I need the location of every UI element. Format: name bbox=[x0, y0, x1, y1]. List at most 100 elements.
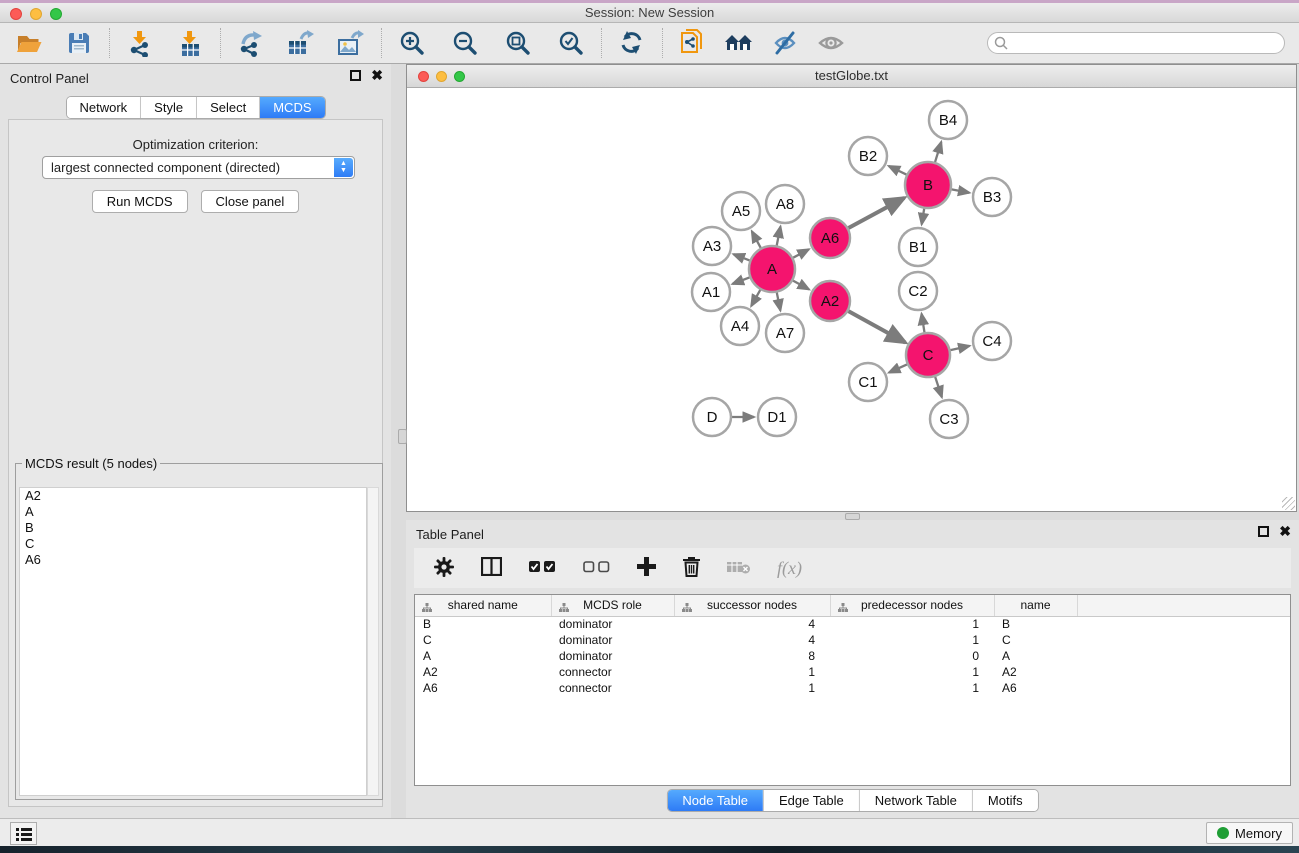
network-window-titlebar[interactable]: testGlobe.txt bbox=[407, 65, 1296, 88]
node-A8[interactable]: A8 bbox=[766, 185, 804, 223]
export-network-icon[interactable] bbox=[236, 28, 266, 58]
table-cell[interactable]: A6 bbox=[994, 680, 1077, 696]
network-close-button[interactable] bbox=[418, 71, 429, 82]
table-cell[interactable]: connector bbox=[551, 664, 674, 680]
close-table-panel-icon[interactable]: ✖ bbox=[1279, 526, 1291, 537]
zoom-selected-icon[interactable] bbox=[556, 28, 586, 58]
edge-A-A7[interactable] bbox=[777, 293, 781, 311]
node-A3[interactable]: A3 bbox=[693, 227, 731, 265]
result-list-item[interactable]: A bbox=[20, 504, 366, 520]
refresh-icon[interactable] bbox=[617, 28, 647, 58]
table-row[interactable]: A2connector11A2 bbox=[415, 664, 1290, 680]
table-cell[interactable]: 1 bbox=[830, 680, 994, 696]
table-cell[interactable]: A bbox=[994, 648, 1077, 664]
table-row[interactable]: A6connector11A6 bbox=[415, 680, 1290, 696]
network-minimize-button[interactable] bbox=[436, 71, 447, 82]
close-panel-button[interactable]: Close panel bbox=[201, 190, 300, 213]
table-cell[interactable]: 1 bbox=[674, 680, 830, 696]
show-graphics-details-icon[interactable] bbox=[770, 28, 800, 58]
select-all-icon[interactable] bbox=[529, 561, 556, 576]
edge-A-A4[interactable] bbox=[751, 290, 760, 306]
deselect-all-icon[interactable] bbox=[583, 561, 610, 576]
table-cell[interactable]: C bbox=[415, 632, 551, 648]
table-cell[interactable]: C bbox=[994, 632, 1077, 648]
tab-style[interactable]: Style bbox=[140, 97, 196, 118]
export-image-icon[interactable] bbox=[336, 28, 366, 58]
tab-select[interactable]: Select bbox=[196, 97, 259, 118]
edge-A6-B[interactable] bbox=[848, 198, 904, 228]
memory-button[interactable]: Memory bbox=[1206, 822, 1293, 844]
node-B4[interactable]: B4 bbox=[929, 101, 967, 139]
table-cell[interactable]: 0 bbox=[830, 648, 994, 664]
edge-C-C3[interactable] bbox=[935, 377, 942, 397]
table-cell[interactable]: A2 bbox=[415, 664, 551, 680]
network-canvas[interactable]: B4B2BB3B1A5A8A6A3AA1A2C2A4A7C4CC1C3DD1 bbox=[407, 88, 1296, 511]
edge-B-B3[interactable] bbox=[952, 189, 970, 192]
column-header-name[interactable]: name bbox=[994, 595, 1077, 616]
tab-mcds[interactable]: MCDS bbox=[259, 97, 324, 118]
table-cell[interactable]: 1 bbox=[830, 616, 994, 632]
tab-node-table[interactable]: Node Table bbox=[667, 790, 763, 811]
home-icon[interactable] bbox=[724, 28, 754, 58]
edge-A-A1[interactable] bbox=[733, 277, 750, 283]
export-table-icon[interactable] bbox=[286, 28, 316, 58]
close-panel-icon[interactable]: ✖ bbox=[371, 70, 383, 81]
import-table-icon[interactable] bbox=[175, 28, 205, 58]
close-window-button[interactable] bbox=[10, 8, 22, 20]
edge-A-A2[interactable] bbox=[793, 281, 809, 290]
edge-A-A6[interactable] bbox=[793, 249, 809, 257]
tab-network[interactable]: Network bbox=[66, 97, 140, 118]
run-mcds-button[interactable]: Run MCDS bbox=[92, 190, 188, 213]
edge-A2-C[interactable] bbox=[848, 311, 905, 342]
column-header-shared-name[interactable]: shared name bbox=[415, 595, 551, 616]
column-mapping-icon[interactable] bbox=[481, 557, 502, 579]
table-cell[interactable]: A bbox=[415, 648, 551, 664]
edge-C-C4[interactable] bbox=[950, 346, 969, 350]
edge-C-C1[interactable] bbox=[889, 364, 907, 372]
edge-A-A5[interactable] bbox=[752, 231, 761, 248]
edge-C-C2[interactable] bbox=[922, 314, 925, 333]
minimize-window-button[interactable] bbox=[30, 8, 42, 20]
node-C[interactable]: C bbox=[906, 333, 950, 377]
result-list-scrollbar[interactable] bbox=[367, 487, 379, 796]
node-B[interactable]: B bbox=[905, 162, 951, 208]
result-list-item[interactable]: B bbox=[20, 520, 366, 536]
settings-gear-icon[interactable] bbox=[434, 557, 454, 580]
node-C4[interactable]: C4 bbox=[973, 322, 1011, 360]
float-panel-icon[interactable] bbox=[350, 70, 361, 81]
result-list-item[interactable]: C bbox=[20, 536, 366, 552]
table-cell[interactable]: 1 bbox=[830, 632, 994, 648]
column-header-MCDS-role[interactable]: MCDS role bbox=[551, 595, 674, 616]
tab-network-table[interactable]: Network Table bbox=[859, 790, 972, 811]
node-A1[interactable]: A1 bbox=[692, 273, 730, 311]
horizontal-split-handle[interactable] bbox=[845, 513, 860, 520]
criterion-dropdown[interactable]: largest connected component (directed) ▲… bbox=[42, 156, 355, 179]
import-network-icon[interactable] bbox=[125, 28, 155, 58]
table-cell[interactable]: 4 bbox=[674, 632, 830, 648]
open-session-icon[interactable] bbox=[14, 28, 44, 58]
tab-motifs[interactable]: Motifs bbox=[972, 790, 1038, 811]
table-cell[interactable]: dominator bbox=[551, 616, 674, 632]
node-D1[interactable]: D1 bbox=[758, 398, 796, 436]
table-cell[interactable]: B bbox=[415, 616, 551, 632]
node-A6[interactable]: A6 bbox=[810, 218, 850, 258]
window-resize-grip[interactable] bbox=[1282, 497, 1295, 510]
save-session-icon[interactable] bbox=[64, 28, 94, 58]
table-row[interactable]: Adominator80A bbox=[415, 648, 1290, 664]
node-A7[interactable]: A7 bbox=[766, 314, 804, 352]
vertical-split-handle[interactable] bbox=[398, 429, 407, 444]
table-cell[interactable]: dominator bbox=[551, 648, 674, 664]
edge-A-A8[interactable] bbox=[777, 227, 781, 246]
edge-B-B1[interactable] bbox=[922, 209, 925, 225]
tab-edge-table[interactable]: Edge Table bbox=[763, 790, 859, 811]
node-C2[interactable]: C2 bbox=[899, 272, 937, 310]
delete-column-trash-icon[interactable] bbox=[683, 557, 700, 580]
table-row[interactable]: Bdominator41B bbox=[415, 616, 1290, 632]
edge-A-A3[interactable] bbox=[733, 254, 749, 260]
float-table-panel-icon[interactable] bbox=[1258, 526, 1269, 537]
task-history-button[interactable] bbox=[10, 822, 37, 845]
node-B2[interactable]: B2 bbox=[849, 137, 887, 175]
node-B1[interactable]: B1 bbox=[899, 228, 937, 266]
node-C1[interactable]: C1 bbox=[849, 363, 887, 401]
add-column-icon[interactable] bbox=[637, 557, 656, 579]
